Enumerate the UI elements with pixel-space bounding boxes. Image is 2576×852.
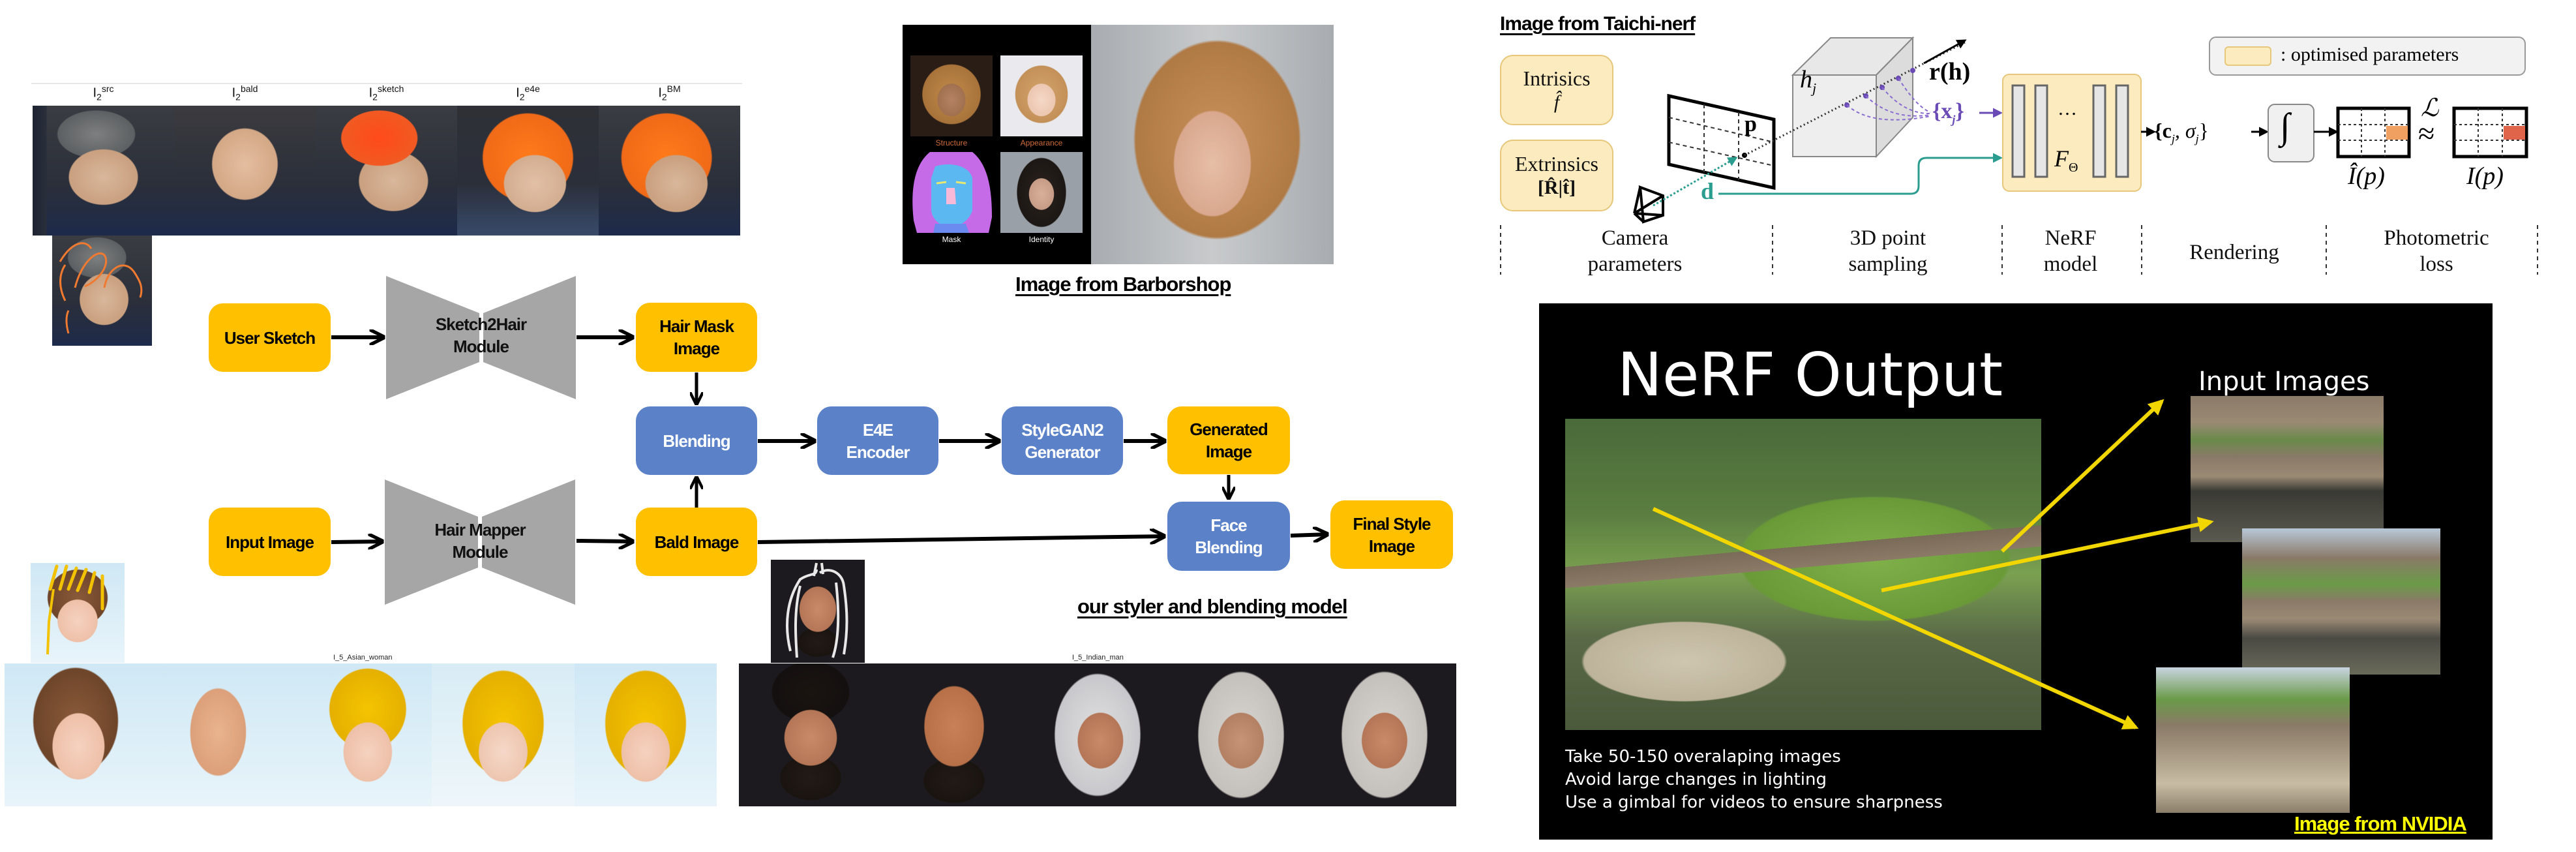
indian-man-bald — [882, 663, 1026, 806]
node-bald-image: Bald Image — [636, 508, 757, 576]
sketch2hair-module-label: Sketch2Hair Module — [435, 314, 527, 356]
barbershop-figure: Structure Appearance Mask Identity — [903, 25, 1334, 264]
direction-d-symbol: d — [1701, 178, 1715, 204]
rendered-image-grid — [2336, 106, 2411, 159]
indian-man-e4e — [1169, 663, 1313, 806]
nerf-dots: … — [2058, 98, 2077, 119]
ray-rh-symbol: r(h) — [1929, 58, 1971, 85]
section-nerf-model: NeRF model — [2043, 226, 2098, 276]
nvidia-panel: NeRF Output Take 50-150 overalaping imag… — [1539, 303, 2493, 840]
asian-woman-bald — [147, 663, 290, 806]
section-3d-point-sampling: 3D point sampling — [1848, 226, 1928, 276]
target-image-grid — [2452, 106, 2528, 159]
node-generated-image: Generated Image — [1167, 406, 1290, 474]
sketch-strokes — [786, 562, 848, 658]
indian-man-sketch — [1026, 663, 1169, 806]
arrow-bald-to-faceblending — [757, 536, 1164, 542]
indian-man-bm — [1313, 663, 1456, 806]
row-label-indian-man: I_5_Indian_man — [1072, 654, 1124, 662]
node-user-sketch: User Sketch — [209, 303, 331, 372]
sketch-thumb-indian-man — [771, 560, 865, 663]
approx-symbol: ≈ — [2418, 117, 2435, 150]
mask-shape — [912, 152, 992, 233]
structure-thumb — [910, 55, 993, 136]
indian-man-row — [739, 663, 1456, 806]
asian-woman-e4e — [432, 663, 575, 806]
pixel-p-symbol: p — [1745, 112, 1757, 136]
hair-mapper-module-label: Hair Mapper Module — [434, 520, 526, 562]
arrow-to-input-1 — [2000, 399, 2164, 553]
node-input-image: Input Image — [209, 508, 331, 576]
sketch-thumb-asian-woman — [31, 563, 125, 663]
asian-woman-row — [5, 663, 717, 806]
integral-box — [2268, 104, 2314, 162]
section-rendering: Rendering — [2189, 241, 2279, 264]
indian-man-src — [739, 663, 882, 806]
mask-thumb — [910, 152, 993, 233]
samples-xj-symbol: {xj} — [1932, 99, 1964, 126]
node-hair-mask-image: Hair Mask Image — [636, 303, 757, 372]
section-photometric-loss: Photometric loss — [2384, 226, 2489, 276]
arrow-to-input-3 — [1652, 507, 2139, 730]
row-label-asian-woman: I_5_Asian_woman — [333, 654, 393, 662]
flowchart-caption: our styler and blending model — [1077, 595, 1348, 618]
figure-canvas: I2src I2bald I2sketch I2e4e I2BM Sketch2… — [0, 0, 2576, 852]
barbershop-output-face — [1091, 25, 1334, 264]
image-plane — [1667, 93, 1776, 190]
barbershop-caption: Image from Barborshop — [1015, 273, 1231, 296]
arrow-input-to-hairmapper — [331, 541, 382, 542]
hj-symbol: hj — [1800, 66, 1817, 97]
node-final-style-image: Final Style Image — [1330, 500, 1453, 569]
node-stylegan2-generator: StyleGAN2 Generator — [1002, 406, 1123, 475]
f-theta-symbol: FΘ — [2054, 145, 2078, 175]
nvidia-caption: Image from NVIDIA — [2294, 812, 2467, 835]
sketch-strokes — [46, 564, 104, 655]
structure-label: Structure — [935, 138, 968, 147]
barbershop-input-panel: Structure Appearance Mask Identity — [903, 25, 1091, 264]
section-camera-parameters: Camera parameters — [1587, 226, 1683, 276]
node-blending: Blending — [636, 406, 757, 475]
identity-thumb — [1000, 152, 1083, 233]
appearance-thumb — [1000, 55, 1083, 136]
sampling-cube — [1791, 36, 1915, 159]
mask-label: Mask — [942, 235, 961, 244]
arrow-to-input-2 — [1881, 517, 2214, 592]
target-pixel-label: I(p) — [2466, 162, 2504, 190]
node-face-blending: Face Blending — [1167, 502, 1290, 571]
asian-woman-bm — [574, 663, 717, 806]
identity-label: Identity — [1028, 235, 1055, 244]
rendered-pixel-label: Î(p) — [2348, 162, 2385, 190]
arrow-faceblending-to-final — [1290, 534, 1327, 536]
integral-symbol: ∫ — [2280, 106, 2290, 147]
asian-woman-sketch — [289, 663, 432, 806]
node-e4e-encoder: E4E Encoder — [817, 406, 938, 475]
camera-icon — [1633, 185, 1664, 224]
legend-text: : optimised parameters — [2281, 44, 2459, 65]
color-density-symbol: {cj, σj} — [2154, 119, 2209, 145]
appearance-label: Appearance — [1020, 138, 1063, 147]
legend-swatch — [2224, 46, 2271, 66]
nvidia-arrows — [1652, 399, 2214, 730]
asian-woman-src — [5, 663, 147, 806]
